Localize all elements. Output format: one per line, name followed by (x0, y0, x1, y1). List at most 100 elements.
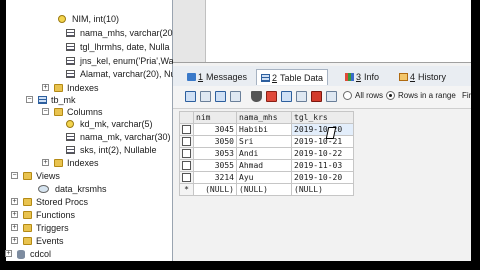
tab-number: 1 (198, 72, 204, 82)
row-checkbox-cell[interactable] (179, 159, 194, 172)
row-checkbox-cell[interactable] (179, 147, 194, 160)
tree-label: tb_mk (51, 95, 76, 105)
cell-tgl-krs[interactable]: 2019-10-20 (291, 171, 354, 184)
column-icon (66, 57, 75, 65)
tree-label: cdcol (30, 249, 52, 259)
folder-icon (23, 198, 32, 206)
tree-label: Views (36, 171, 60, 181)
duplicate-row-icon[interactable] (296, 91, 307, 102)
column-header-tgl-krs[interactable]: tgl_krs (291, 111, 354, 124)
bottom-black-border (0, 261, 480, 270)
grid-header-row: nim nama_mhs tgl_krs (179, 111, 354, 124)
row-checkbox[interactable] (182, 124, 191, 134)
delete-row-icon[interactable] (311, 91, 322, 102)
tree-label: nama_mhs, varchar(20 (80, 28, 173, 38)
row-checkbox-cell[interactable] (179, 171, 194, 184)
tree-label: tgl_lhrmhs, date, Nulla (80, 42, 170, 52)
tree-label: Stored Procs (36, 197, 89, 207)
save-changes-icon[interactable] (326, 91, 337, 102)
object-browser-tree[interactable]: NIM, int(10) nama_mhs, varchar(20 tgl_lh… (5, 0, 188, 261)
import-icon[interactable] (230, 91, 241, 102)
expand-plus-icon[interactable]: + (42, 159, 49, 166)
tab-label: Table Data (280, 73, 324, 83)
column-icon (66, 43, 75, 51)
expand-plus-icon[interactable]: + (11, 224, 18, 231)
tab-table-data[interactable]: 2 Table Data (256, 69, 329, 85)
copy-icon[interactable] (215, 91, 226, 102)
expand-plus-icon[interactable]: + (11, 198, 18, 205)
new-row-asterisk-icon: * (184, 185, 189, 194)
row-checkbox[interactable] (182, 148, 191, 158)
cell-nim[interactable]: 3214 (193, 171, 237, 184)
cell-nim[interactable]: 3053 (193, 147, 237, 160)
tab-messages[interactable]: 1 Messages (183, 69, 251, 85)
cell-nama-mhs[interactable]: Ayu (236, 171, 292, 184)
cell-nim[interactable]: 3045 (193, 123, 237, 136)
cell-nama-mhs[interactable]: Ahmad (236, 159, 292, 172)
folder-icon (54, 159, 63, 167)
row-checkbox-cell[interactable] (179, 123, 194, 136)
expand-plus-icon[interactable]: + (42, 84, 49, 91)
cell-tgl-krs[interactable]: (NULL) (291, 183, 354, 196)
tree-label: kd_mk, varchar(5) (80, 119, 153, 129)
expand-plus-icon[interactable]: + (11, 237, 18, 244)
cell-nim[interactable]: 3055 (193, 159, 237, 172)
tree-label: Columns (67, 107, 103, 117)
query-editor[interactable] (173, 0, 471, 63)
all-rows-radio[interactable] (343, 91, 352, 100)
collapse-minus-icon[interactable]: − (42, 108, 49, 115)
tab-history[interactable]: 4 History (395, 69, 450, 85)
tree-label: nama_mk, varchar(30) (80, 132, 171, 142)
tab-number: 2 (272, 73, 278, 83)
cell-tgl-krs[interactable]: 2019-11-03 (291, 159, 354, 172)
new-row[interactable]: * (NULL) (NULL) (NULL) (179, 183, 354, 196)
filter-icon[interactable] (251, 91, 262, 102)
column-icon (66, 133, 75, 141)
cell-nim[interactable]: 3050 (193, 135, 237, 148)
database-icon (17, 250, 25, 259)
row-checkbox-cell[interactable] (179, 135, 194, 148)
column-icon (66, 29, 75, 37)
column-icon (66, 70, 75, 78)
cell-nama-mhs[interactable]: Sri (236, 135, 292, 148)
folder-icon (54, 84, 63, 92)
cell-nama-mhs[interactable]: Andi (236, 147, 292, 160)
tree-label: Alamat, varchar(20), Nul (80, 69, 178, 79)
sort-icon[interactable] (266, 91, 277, 102)
table-data-icon (261, 74, 270, 82)
row-checkbox[interactable] (182, 160, 191, 170)
table-row[interactable]: 3055 Ahmad 2019-11-03 (179, 159, 354, 172)
rows-in-range-radio[interactable] (386, 91, 395, 100)
cell-tgl-krs[interactable]: 2019-10-22 (291, 147, 354, 160)
cell-nama-mhs[interactable]: (NULL) (236, 183, 292, 196)
tree-label: Functions (36, 210, 76, 220)
new-row-marker-cell: * (179, 183, 194, 196)
row-checkbox[interactable] (182, 136, 191, 146)
export-icon[interactable] (200, 91, 211, 102)
expand-plus-icon[interactable]: + (11, 211, 18, 218)
history-icon (399, 73, 408, 81)
tree-label: sks, int(2), Nullable (80, 145, 157, 155)
row-checkbox[interactable] (182, 172, 191, 182)
info-icon (345, 73, 354, 81)
view-icon (38, 185, 49, 193)
column-header-nim[interactable]: nim (193, 111, 237, 124)
expand-plus-icon[interactable]: + (5, 250, 12, 257)
collapse-minus-icon[interactable]: − (11, 172, 18, 179)
results-toolbar: All rows Rows in a range First (173, 86, 478, 109)
cell-nim[interactable]: (NULL) (193, 183, 237, 196)
grid-view-icon[interactable] (185, 91, 196, 102)
tab-info[interactable]: 3 Info (341, 69, 383, 85)
insert-row-icon[interactable] (281, 91, 292, 102)
right-black-border (471, 0, 480, 270)
collapse-minus-icon[interactable]: − (26, 96, 33, 103)
folder-icon (23, 172, 32, 180)
cell-nama-mhs[interactable]: Habibi (236, 123, 292, 136)
table-row[interactable]: 3214 Ayu 2019-10-20 (179, 171, 354, 184)
cell-tgl-krs[interactable]: 2019-10-20 (291, 123, 354, 136)
cell-tgl-krs[interactable]: 2019-10-21 (291, 135, 354, 148)
tree-label: Indexes (67, 158, 99, 168)
column-header-nama-mhs[interactable]: nama_mhs (236, 111, 292, 124)
table-row[interactable]: 3053 Andi 2019-10-22 (179, 147, 354, 160)
tab-label: History (418, 72, 447, 82)
